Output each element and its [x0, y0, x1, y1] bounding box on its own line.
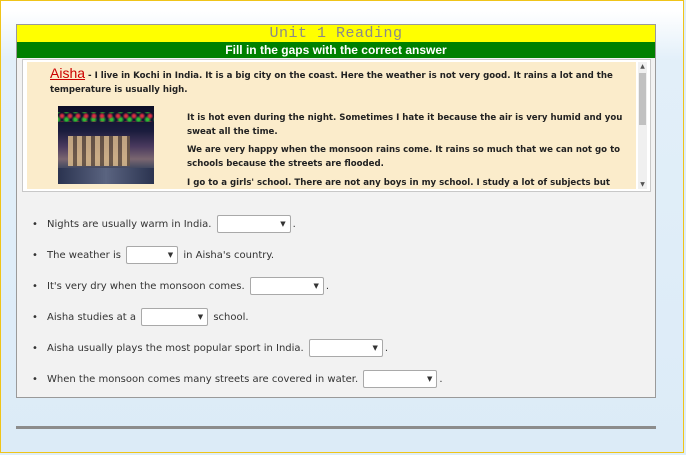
- question-text-after: .: [325, 281, 330, 292]
- reading-paragraph: It is hot even during the night. Sometim…: [187, 113, 623, 137]
- question-3: • It's very dry when the monsoon comes. ▼…: [32, 277, 329, 297]
- bullet-icon: •: [32, 281, 38, 292]
- question-2: • The weather is ▼ in Aisha's country.: [32, 246, 274, 266]
- question-text: The weather is: [47, 250, 121, 261]
- answer-dropdown-5[interactable]: ▼: [308, 339, 383, 357]
- reading-text-area[interactable]: Aisha - I live in Kochi in India. It is …: [27, 62, 636, 189]
- bullet-icon: •: [32, 250, 38, 261]
- reading-paragraph: We are very happy when the monsoon rains…: [187, 145, 621, 169]
- bullet-icon: •: [32, 374, 38, 385]
- question-1: • Nights are usually warm in India. ▼.: [32, 215, 296, 235]
- bullet-icon: •: [32, 219, 38, 230]
- question-text-after: .: [439, 374, 443, 385]
- chevron-down-icon: ▼: [280, 220, 286, 228]
- question-text: When the monsoon comes many streets are …: [47, 374, 359, 385]
- answer-dropdown-2[interactable]: ▼: [126, 246, 179, 264]
- reading-paragraph: I go to a girls' school. There are not a…: [187, 178, 610, 188]
- chevron-down-icon: ▼: [313, 282, 319, 290]
- reading-intro: Aisha - I live in Kochi in India. It is …: [50, 65, 620, 97]
- chevron-down-icon: ▼: [167, 251, 174, 259]
- city-night-photo: [58, 106, 154, 184]
- exercise-panel: Unit 1 Reading Fill in the gaps with the…: [16, 24, 656, 398]
- question-text-after: .: [384, 343, 389, 354]
- answer-dropdown-1[interactable]: ▼: [216, 215, 291, 233]
- answer-dropdown-6[interactable]: ▼: [363, 370, 438, 388]
- reading-intro-text: - I live in Kochi in India. It is a big …: [50, 71, 613, 95]
- instructions-bar: Fill in the gaps with the correct answer: [17, 42, 655, 58]
- answer-dropdown-3[interactable]: ▼: [249, 277, 324, 295]
- reading-frame: Aisha - I live in Kochi in India. It is …: [22, 59, 651, 192]
- question-text-after: in Aisha's country.: [183, 250, 275, 261]
- question-4: • Aisha studies at a ▼ school.: [32, 308, 249, 328]
- question-text: It's very dry when the monsoon comes.: [47, 281, 245, 292]
- question-text-after: .: [292, 219, 296, 230]
- answer-dropdown-4[interactable]: ▼: [141, 308, 209, 326]
- question-text: Aisha studies at a: [47, 312, 136, 323]
- chevron-down-icon: ▼: [426, 375, 433, 383]
- reading-scrollbar[interactable]: ▲ ▼: [638, 62, 647, 189]
- scrollbar-thumb[interactable]: [639, 73, 646, 125]
- chevron-down-icon: ▼: [197, 313, 204, 321]
- question-6: • When the monsoon comes many streets are…: [32, 370, 443, 390]
- scroll-down-icon[interactable]: ▼: [638, 180, 647, 189]
- question-5: • Aisha usually plays the most popular sp…: [32, 339, 388, 359]
- page-title: Unit 1 Reading: [17, 25, 655, 42]
- question-text: Aisha usually plays the most popular spo…: [47, 343, 304, 354]
- bullet-icon: •: [32, 312, 38, 323]
- bottom-divider: [16, 426, 656, 429]
- question-text-after: school.: [213, 312, 249, 323]
- reading-name: Aisha: [50, 65, 86, 81]
- bullet-icon: •: [32, 343, 38, 354]
- scroll-up-icon[interactable]: ▲: [638, 62, 647, 71]
- question-text: Nights are usually warm in India.: [47, 219, 212, 230]
- chevron-down-icon: ▼: [372, 344, 378, 352]
